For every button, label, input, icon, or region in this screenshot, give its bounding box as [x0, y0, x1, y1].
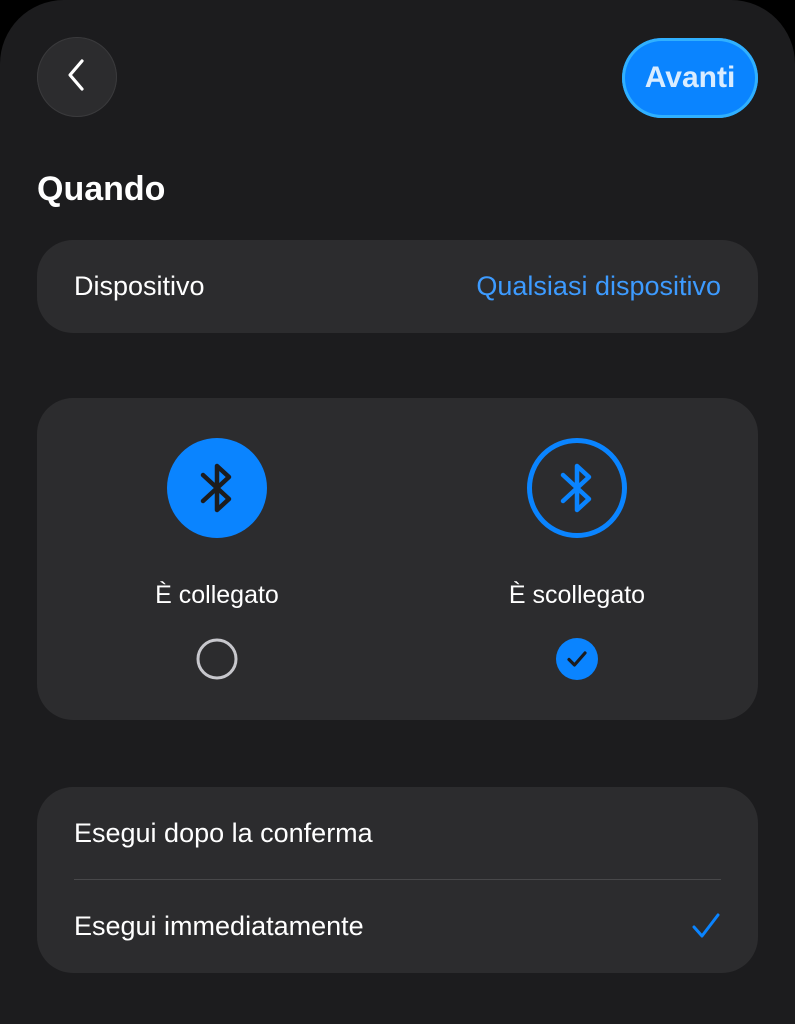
chevron-left-icon	[62, 58, 92, 97]
device-value[interactable]: Qualsiasi dispositivo	[476, 271, 721, 302]
bluetooth-outline-icon	[527, 438, 627, 538]
option-connected[interactable]: È collegato	[37, 398, 397, 720]
radio-unchecked-icon[interactable]	[196, 638, 238, 680]
back-button[interactable]	[37, 37, 117, 117]
section-title: Quando	[37, 170, 166, 208]
run-option-after-confirmation[interactable]: Esegui dopo la conferma	[37, 787, 758, 879]
run-mode-card: Esegui dopo la conferma Esegui immediata…	[37, 787, 758, 973]
device-selector[interactable]: Dispositivo Qualsiasi dispositivo	[37, 240, 758, 333]
radio-checked-icon[interactable]	[556, 638, 598, 680]
next-button[interactable]: Avanti	[622, 38, 758, 118]
automation-trigger-screen: Avanti Quando Dispositivo Qualsiasi disp…	[0, 0, 795, 1024]
checkmark-icon	[691, 911, 721, 941]
bluetooth-icon	[167, 438, 267, 538]
option-disconnected-label: È scollegato	[508, 581, 646, 609]
option-connected-label: È collegato	[155, 581, 279, 609]
connection-state-card: È collegato È scollegato	[37, 398, 758, 720]
run-option-label: Esegui immediatamente	[74, 910, 364, 941]
run-option-label: Esegui dopo la conferma	[74, 817, 373, 848]
run-option-immediately[interactable]: Esegui immediatamente	[37, 880, 758, 972]
option-disconnected[interactable]: È scollegato	[397, 398, 757, 720]
device-label: Dispositivo	[74, 271, 205, 301]
